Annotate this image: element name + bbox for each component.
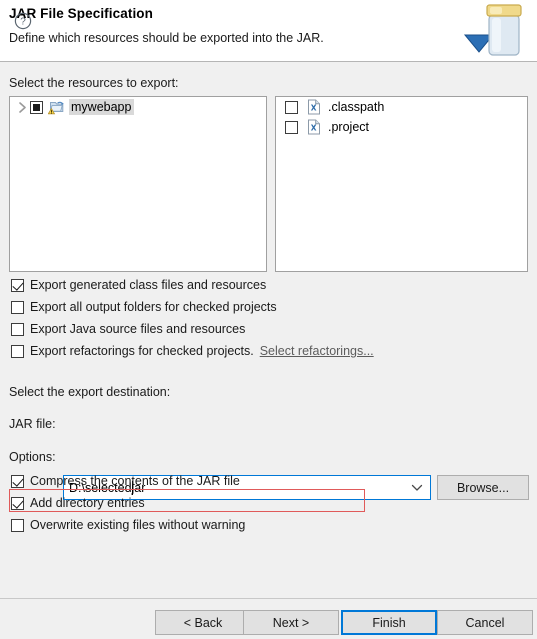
checkbox-label: Export refactorings for checked projects… bbox=[30, 344, 254, 358]
cancel-button[interactable]: Cancel bbox=[437, 610, 533, 635]
checkbox-overwrite-existing-files[interactable]: Overwrite existing files without warning bbox=[11, 516, 245, 534]
back-button[interactable]: < Back bbox=[155, 610, 251, 635]
checkbox-box[interactable] bbox=[11, 278, 24, 292]
tree-item-checkbox[interactable] bbox=[30, 100, 43, 114]
svg-text:X: X bbox=[311, 104, 317, 113]
file-item-label: .project bbox=[328, 120, 369, 134]
checkbox-box[interactable] bbox=[11, 344, 24, 358]
page-description: Define which resources should be exporte… bbox=[9, 31, 324, 45]
checkbox-box[interactable] bbox=[11, 518, 24, 532]
tree-item-mywebapp[interactable]: mywebapp bbox=[10, 97, 266, 117]
resources-section-label: Select the resources to export: bbox=[9, 76, 179, 90]
checkbox-label: Compress the contents of the JAR file bbox=[30, 474, 240, 488]
jar-export-icon bbox=[463, 2, 529, 58]
file-item-label: .classpath bbox=[328, 100, 385, 114]
options-section-label: Options: bbox=[9, 450, 56, 464]
select-refactorings-link[interactable]: Select refactorings... bbox=[260, 344, 374, 358]
file-item-checkbox[interactable] bbox=[285, 120, 298, 134]
list-item[interactable]: X .project bbox=[276, 117, 527, 137]
checkbox-box[interactable] bbox=[11, 300, 24, 314]
list-item[interactable]: X .classpath bbox=[276, 97, 527, 117]
jar-file-label: JAR file: bbox=[9, 417, 56, 431]
tree-item-label: mywebapp bbox=[69, 99, 135, 115]
checkbox-label: Export generated class files and resourc… bbox=[30, 278, 267, 292]
checkbox-export-generated-class-files[interactable]: Export generated class files and resourc… bbox=[11, 276, 266, 294]
dialog-body: Select the resources to export: mywebapp… bbox=[0, 63, 537, 598]
chevron-right-icon[interactable] bbox=[14, 99, 30, 115]
next-button[interactable]: Next > bbox=[243, 610, 339, 635]
checkbox-box[interactable] bbox=[11, 496, 24, 510]
xml-file-icon: X bbox=[307, 119, 325, 135]
checkbox-label: Overwrite existing files without warning bbox=[30, 518, 246, 532]
project-folder-warning-icon bbox=[48, 99, 66, 115]
finish-button[interactable]: Finish bbox=[341, 610, 437, 635]
checkbox-export-all-output-folders[interactable]: Export all output folders for checked pr… bbox=[11, 298, 277, 316]
checkbox-label: Export all output folders for checked pr… bbox=[30, 300, 277, 314]
resource-tree-panel[interactable]: mywebapp bbox=[9, 96, 267, 272]
destination-section-label: Select the export destination: bbox=[9, 385, 171, 399]
checkbox-box[interactable] bbox=[11, 322, 24, 336]
xml-file-icon: X bbox=[307, 99, 325, 115]
checkbox-export-java-source-files[interactable]: Export Java source files and resources bbox=[11, 320, 245, 338]
checkbox-box[interactable] bbox=[11, 474, 24, 488]
browse-button[interactable]: Browse... bbox=[437, 475, 529, 500]
file-item-checkbox[interactable] bbox=[285, 100, 298, 114]
help-circle-icon[interactable]: ? bbox=[14, 12, 32, 30]
chevron-down-icon[interactable] bbox=[404, 476, 430, 499]
checkbox-export-refactorings[interactable]: Export refactorings for checked projects… bbox=[11, 342, 374, 360]
svg-text:?: ? bbox=[20, 17, 26, 28]
dialog-header: JAR File Specification Define which reso… bbox=[0, 0, 537, 62]
resource-files-panel[interactable]: X .classpath X .project bbox=[275, 96, 528, 272]
checkbox-add-directory-entries[interactable]: Add directory entries bbox=[11, 494, 145, 512]
checkbox-compress-contents[interactable]: Compress the contents of the JAR file bbox=[11, 472, 240, 490]
checkbox-label: Add directory entries bbox=[30, 496, 145, 510]
checkbox-label: Export Java source files and resources bbox=[30, 322, 246, 336]
svg-text:X: X bbox=[311, 124, 317, 133]
